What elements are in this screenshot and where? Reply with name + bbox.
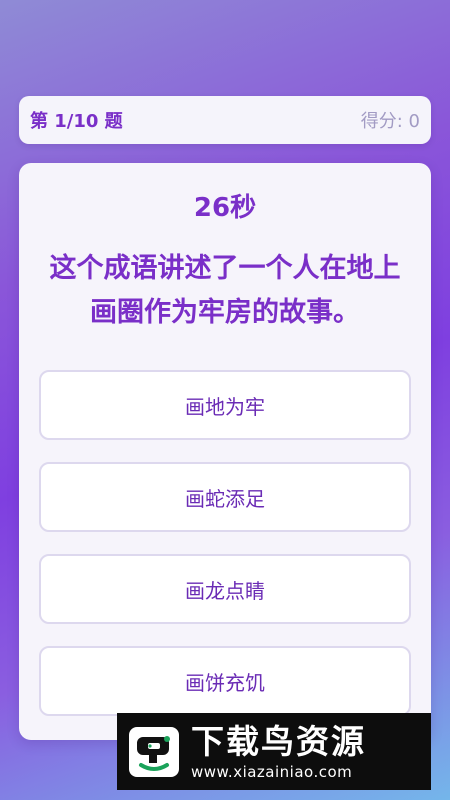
bird-logo-icon bbox=[129, 726, 179, 777]
question-text: 这个成语讲述了一个人在地上画圈作为牢房的故事。 bbox=[49, 253, 401, 328]
site-watermark: 下载鸟资源 www.xiazainiao.com bbox=[117, 713, 431, 790]
answer-options: 画地为牢 画蛇添足 画龙点睛 画饼充饥 bbox=[39, 370, 411, 738]
answer-option-1[interactable]: 画地为牢 bbox=[39, 370, 411, 440]
watermark-url: www.xiazainiao.com bbox=[191, 762, 353, 781]
quiz-card: 26秒 这个成语讲述了一个人在地上画圈作为牢房的故事。 画地为牢 画蛇添足 画龙… bbox=[19, 163, 431, 740]
countdown-timer: 26秒 bbox=[193, 193, 257, 223]
watermark-title: 下载鸟资源 bbox=[191, 721, 366, 761]
answer-option-2[interactable]: 画蛇添足 bbox=[39, 462, 411, 532]
score-display: 得分: 0 bbox=[360, 111, 420, 132]
top-status-bar: 第 1/10 题 得分: 0 bbox=[19, 96, 431, 144]
answer-option-4[interactable]: 画饼充饥 bbox=[39, 646, 411, 716]
watermark-text: 下载鸟资源 www.xiazainiao.com bbox=[191, 721, 366, 781]
question-counter: 第 1/10 题 bbox=[30, 111, 123, 132]
answer-option-3[interactable]: 画龙点睛 bbox=[39, 554, 411, 624]
